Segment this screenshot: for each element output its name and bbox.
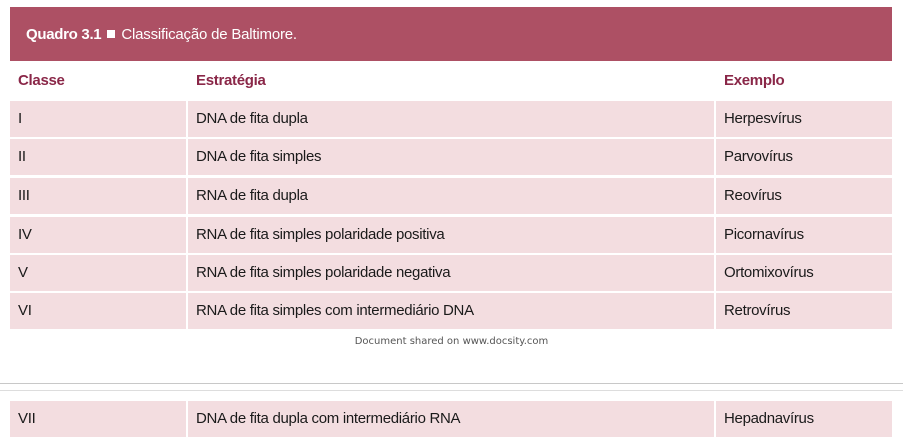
cell-classe: III [18,187,30,204]
cell-estrategia: RNA de fita simples polaridade positiva [196,226,445,243]
cell-classe: VII [18,410,36,427]
cell-estrategia: RNA de fita simples polaridade negativa [196,264,451,281]
cell-classe: I [18,110,22,127]
cell-exemplo: Reovírus [724,187,782,204]
table-row: III RNA de fita dupla Reovírus [10,178,892,214]
cell-exemplo: Parvovírus [724,148,793,165]
column-divider [714,101,716,137]
cell-estrategia: DNA de fita dupla [196,110,308,127]
column-divider [714,217,716,253]
table-row: V RNA de fita simples polaridade negativ… [10,255,892,291]
column-divider [186,401,188,437]
table-row: VI RNA de fita simples com intermediário… [10,293,892,329]
cell-classe: IV [18,226,32,243]
header-classe: Classe [18,72,65,89]
cell-estrategia: RNA de fita dupla [196,187,308,204]
table-row: II DNA de fita simples Parvovírus [10,139,892,175]
cell-classe: VI [18,302,32,319]
table-row: IV RNA de fita simples polaridade positi… [10,217,892,253]
column-divider [186,139,188,175]
cell-exemplo: Herpesvírus [724,110,802,127]
column-divider [186,101,188,137]
cell-exemplo: Picornavírus [724,226,804,243]
page-break-line [0,390,903,391]
table-header-row: Classe Estratégia Exemplo [10,66,892,98]
cell-exemplo: Hepadnavírus [724,410,814,427]
column-divider [714,178,716,214]
column-divider [714,255,716,291]
table-number: Quadro 3.1 [26,25,102,43]
column-divider [186,293,188,329]
header-estrategia: Estratégia [196,72,266,89]
cell-estrategia: RNA de fita simples com intermediário DN… [196,302,474,319]
page-break-line [0,383,903,384]
square-bullet-icon [107,30,116,38]
cell-exemplo: Ortomixovírus [724,264,814,281]
cell-exemplo: Retrovírus [724,302,791,319]
column-divider [714,293,716,329]
column-divider [186,217,188,253]
cell-classe: V [18,264,28,281]
table-row: I DNA de fita dupla Herpesvírus [10,101,892,137]
column-divider [186,178,188,214]
cell-classe: II [18,148,26,165]
table-title-bar: Quadro 3.1 Classificação de Baltimore. [10,7,892,61]
column-divider [186,255,188,291]
column-divider [714,401,716,437]
table-title: Classificação de Baltimore. [121,25,297,43]
cell-estrategia: DNA de fita simples [196,148,322,165]
header-exemplo: Exemplo [724,72,785,89]
table-row: VII DNA de fita dupla com intermediário … [10,401,892,437]
docsity-watermark-note: Document shared on www.docsity.com [354,336,549,347]
cell-estrategia: DNA de fita dupla com intermediário RNA [196,410,461,427]
column-divider [714,139,716,175]
